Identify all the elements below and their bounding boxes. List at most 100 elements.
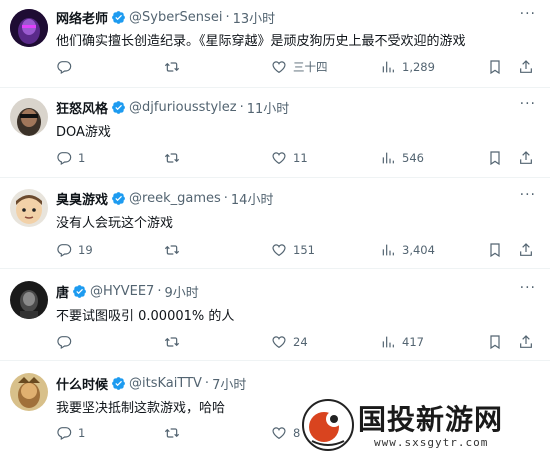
reply-button[interactable]: 1 xyxy=(56,148,85,168)
more-options-icon[interactable]: ··· xyxy=(520,96,536,112)
reply-icon xyxy=(57,244,72,258)
handle[interactable]: @reek_games xyxy=(129,191,221,206)
tweet[interactable]: 网络老师 @SyberSensei · 13小时 ··· 他们确实擅长创造纪录。… xyxy=(0,0,550,88)
share-button[interactable] xyxy=(518,240,540,260)
retweet-button[interactable] xyxy=(164,332,186,352)
views-chart-icon xyxy=(382,152,394,164)
reply-icon xyxy=(57,336,72,350)
handle[interactable]: @SyberSensei xyxy=(129,10,222,25)
avatar-image xyxy=(10,281,48,319)
tweet-actions: 19 151 3,404 xyxy=(56,240,540,260)
avatar[interactable] xyxy=(10,281,48,319)
share-button[interactable] xyxy=(518,57,540,77)
reply-button[interactable] xyxy=(56,332,78,352)
views-button[interactable]: 3,404 xyxy=(380,240,435,260)
tweet-header: 狂怒风格 @djfuriousstylez · 11小时 xyxy=(56,98,289,117)
retweet-icon xyxy=(164,337,180,347)
share-icon xyxy=(520,151,532,164)
display-name[interactable]: 狂怒风格 xyxy=(56,98,108,117)
separator: · xyxy=(225,10,230,25)
like-button[interactable]: 8 xyxy=(271,423,300,443)
verified-badge-icon xyxy=(73,285,86,298)
tweet-actions: 三十四 1,289 xyxy=(56,57,540,77)
retweet-icon xyxy=(164,428,180,438)
tweet-header: 唐 @HYVEE7 · 9小时 xyxy=(56,282,199,301)
reply-icon xyxy=(57,427,72,441)
heart-icon xyxy=(272,427,286,440)
tweet[interactable]: 什么时候 @itsKaiTTV · 7小时 我要坚决抵制这款游戏，哈哈 1 8 xyxy=(0,361,550,454)
views-button[interactable]: 417 xyxy=(380,332,424,352)
retweet-button[interactable] xyxy=(164,57,186,77)
like-count: 24 xyxy=(293,335,308,349)
bookmark-icon xyxy=(490,60,500,75)
avatar[interactable] xyxy=(10,373,48,411)
separator: · xyxy=(239,100,244,115)
avatar[interactable] xyxy=(10,98,48,136)
like-button[interactable]: 151 xyxy=(271,240,315,260)
tweet-header: 网络老师 @SyberSensei · 13小时 xyxy=(56,8,275,27)
timestamp[interactable]: 11小时 xyxy=(247,98,290,117)
bookmark-button[interactable] xyxy=(487,57,509,77)
views-button[interactable]: 546 xyxy=(380,148,424,168)
retweet-icon xyxy=(164,62,180,72)
avatar-image xyxy=(10,9,48,47)
tweet-actions: 1 8 xyxy=(56,423,540,443)
views-button[interactable]: 1,289 xyxy=(380,57,435,77)
views-chart-icon xyxy=(382,336,394,348)
tweet[interactable]: 臭臭游戏 @reek_games · 14小时 ··· 没有人会玩这个游戏 19… xyxy=(0,178,550,269)
verified-badge-icon xyxy=(112,377,125,390)
reply-button[interactable] xyxy=(56,57,78,77)
avatar[interactable] xyxy=(10,189,48,227)
reply-button[interactable]: 19 xyxy=(56,240,93,260)
retweet-icon xyxy=(164,245,180,255)
verified-badge-icon xyxy=(112,101,125,114)
like-button[interactable]: 三十四 xyxy=(271,57,328,77)
bookmark-button[interactable] xyxy=(487,332,509,352)
more-options-icon[interactable]: ··· xyxy=(520,187,536,203)
like-count: 8 xyxy=(293,426,301,440)
handle[interactable]: @HYVEE7 xyxy=(90,284,154,299)
handle[interactable]: @itsKaiTTV xyxy=(129,376,202,391)
separator: · xyxy=(204,376,210,391)
timestamp[interactable]: 9小时 xyxy=(164,282,198,301)
tweet-text: 没有人会玩这个游戏 xyxy=(56,216,174,231)
tweet[interactable]: 狂怒风格 @djfuriousstylez · 11小时 ··· DOA游戏 1… xyxy=(0,88,550,178)
share-icon xyxy=(520,335,532,348)
tweet-header: 什么时候 @itsKaiTTV · 7小时 xyxy=(56,374,246,393)
retweet-button[interactable] xyxy=(164,148,186,168)
bookmark-button[interactable] xyxy=(487,240,509,260)
views-chart-icon xyxy=(382,244,394,256)
retweet-button[interactable] xyxy=(164,240,186,260)
retweet-icon xyxy=(164,153,180,163)
handle[interactable]: @djfuriousstylez xyxy=(129,100,237,115)
bookmark-button[interactable] xyxy=(487,148,509,168)
tweet-text: DOA游戏 xyxy=(56,125,111,140)
like-button[interactable]: 24 xyxy=(271,332,308,352)
like-count: 三十四 xyxy=(293,60,328,74)
heart-icon xyxy=(272,152,286,165)
share-button[interactable] xyxy=(518,332,540,352)
avatar-image xyxy=(10,373,48,411)
bookmark-icon xyxy=(490,335,500,350)
timestamp[interactable]: 13小时 xyxy=(233,8,276,27)
timestamp[interactable]: 7小时 xyxy=(212,374,246,393)
retweet-button[interactable] xyxy=(164,423,186,443)
reply-count: 19 xyxy=(78,243,93,257)
more-options-icon[interactable]: ··· xyxy=(520,6,536,22)
avatar[interactable] xyxy=(10,9,48,47)
reply-button[interactable]: 1 xyxy=(56,423,85,443)
heart-icon xyxy=(272,336,286,349)
display-name[interactable]: 唐 xyxy=(56,282,69,301)
views-chart-icon xyxy=(382,61,394,73)
tweet[interactable]: 唐 @HYVEE7 · 9小时 ··· 不要试图吸引 0.00001% 的人 2… xyxy=(0,269,550,361)
like-button[interactable]: 11 xyxy=(271,148,308,168)
display-name[interactable]: 网络老师 xyxy=(56,8,108,27)
timestamp[interactable]: 14小时 xyxy=(231,189,274,208)
tweet-actions: 1 11 546 xyxy=(56,148,540,168)
view-count: 1,289 xyxy=(402,60,435,74)
more-options-icon[interactable]: ··· xyxy=(520,280,536,296)
avatar-image xyxy=(10,189,48,227)
display-name[interactable]: 臭臭游戏 xyxy=(56,189,108,208)
display-name[interactable]: 什么时候 xyxy=(56,374,108,393)
share-button[interactable] xyxy=(518,148,540,168)
